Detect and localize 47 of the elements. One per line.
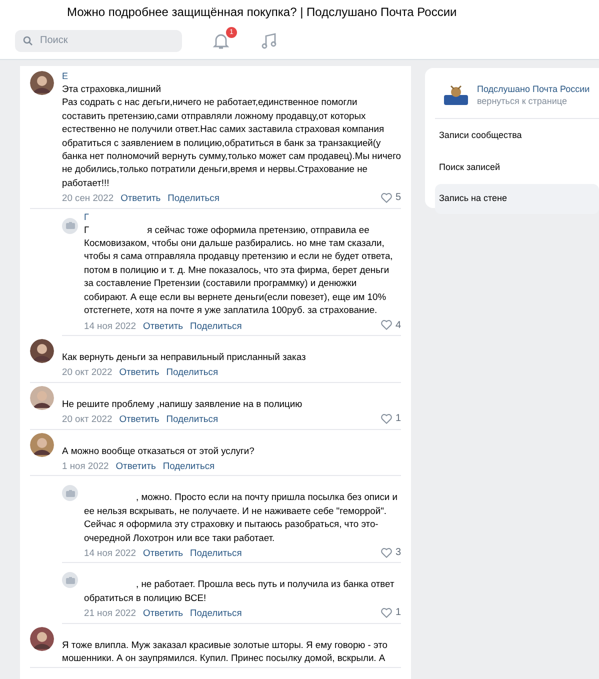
author-name[interactable]: Е: [62, 71, 68, 81]
comment-text: Г я сейчас тоже оформила претензию, отправила ее Космовизаком, чтобы они дальше разбирались. но мне там сказали, чтобы я сама отправляла продавцу претензию и если не будет ответа, потом в полицию и т. д. Мне показалось, что эта фирма, берет деньги за составление Претензии (составили программку) и денюжки собирают. А еще если вы вернете деньги(если повезет), еще им 10% отстегнете, хотя на почте я уже заплатила 100руб. за страхование.: [84, 222, 394, 316]
like-button[interactable]: 3: [381, 546, 401, 560]
window-title: Можно подробнее защищённая покупка? | Подслушано Почта России: [0, 0, 599, 22]
share-link[interactable]: Поделиться: [162, 458, 215, 472]
bell-icon[interactable]: [212, 32, 230, 50]
comment-text: Раз содрать с нас дегьги,ничего не работает,единственное помогли составить претензию,сами отправляли ложному продавцу,от которых естественно не получили ответ.Нас самих заставила страховая компания обратиться с заявлением в полицию,обратиться в банк за транзакцией(у банка нет полномочий вернуть сумму,только может сам продавец).Мы ничего не добились,только потратили деньги,время и нервы.Страхование не работает!!!: [62, 95, 401, 190]
comment-date: 20 окт 2022: [62, 412, 112, 426]
comment-text: , можно. Просто если на почту пришла посылка без описи и ее нельзя вскрывать, не получаете. И не наживаете себе "геморрой". Сейчас я оформила эту страховку и пытаюсь разобраться, что это-очередной Лохотрон или все таки работает.: [84, 490, 398, 544]
sidebar-item[interactable]: Запись на стене: [435, 184, 599, 214]
like-button[interactable]: 1: [381, 606, 401, 620]
comment-text: , не работает. Прошла весь путь и получила из банка ответ обратиться в полицию ВСЕ!: [84, 577, 396, 604]
reply-link[interactable]: Ответить: [120, 191, 161, 205]
search-field[interactable]: Поиск: [15, 30, 182, 52]
share-link[interactable]: Поделиться: [190, 318, 242, 332]
comment-date: 20 сен 2022: [62, 191, 114, 205]
like-button[interactable]: 4: [381, 318, 401, 332]
group-link[interactable]: Подслушано Почта России: [477, 83, 590, 95]
comment-date: 14 ноя 2022: [84, 318, 136, 332]
comment-date: 14 ноя 2022: [84, 546, 136, 560]
share-link[interactable]: Поделиться: [190, 606, 242, 620]
search-input[interactable]: Поиск: [38, 32, 168, 49]
comment-text: Не решите проблему ,напишу заявление на в полицию: [62, 396, 304, 410]
music-icon[interactable]: [261, 32, 277, 50]
author-name[interactable]: Г: [84, 212, 89, 222]
search-icon: [23, 36, 33, 46]
comment-date: 1 ноя 2022: [62, 458, 109, 472]
comment-date: 20 окт 2022: [62, 365, 112, 379]
comment-text: А можно вообще отказаться от этой услуги?: [62, 444, 256, 457]
reply-link[interactable]: Ответить: [142, 606, 184, 620]
reply-link[interactable]: Ответить: [119, 412, 160, 426]
reply-link[interactable]: Ответить: [116, 458, 156, 472]
comment-title: Эта страховка,лишний: [62, 82, 162, 96]
reply-link[interactable]: Ответить: [119, 365, 160, 379]
reply-link[interactable]: Ответить: [142, 318, 184, 332]
share-link[interactable]: Поделиться: [190, 546, 242, 560]
share-link[interactable]: Поделиться: [168, 191, 220, 205]
share-link[interactable]: Поделиться: [166, 365, 218, 379]
sidebar-item[interactable]: Поиск записей: [435, 152, 599, 182]
comment-text: Я тоже влипла. Муж заказал красивые золотые шторы. Я ему говорю - это мошенники. А он заупрямился. Купил. Принес посылку домой, вскрыли. А: [62, 638, 389, 664]
comment-text: Как вернуть деньги за неправильный присланный заказ: [62, 350, 307, 364]
sidebar-item[interactable]: Записи сообщества: [435, 121, 599, 150]
comment-date: 21 ноя 2022: [84, 606, 136, 620]
share-link[interactable]: Поделиться: [166, 412, 218, 426]
reply-link[interactable]: Ответить: [142, 546, 184, 560]
like-button[interactable]: 1: [381, 412, 401, 426]
like-button[interactable]: 5: [381, 191, 401, 205]
